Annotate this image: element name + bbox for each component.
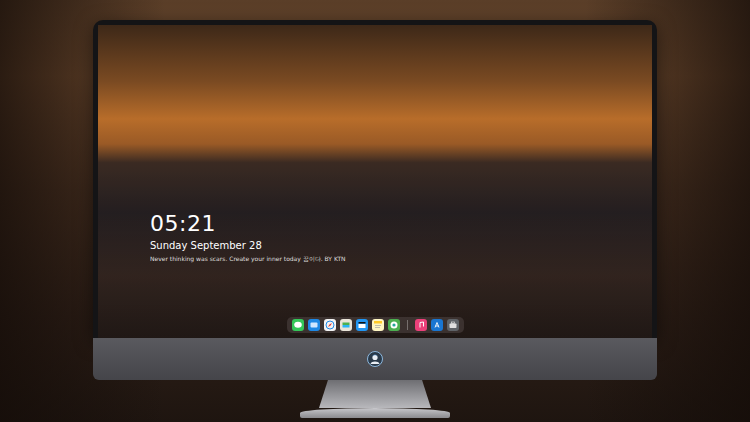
clapper-icon (356, 319, 368, 331)
safari-icon (324, 319, 336, 331)
appstore-icon (431, 319, 443, 331)
dock (287, 317, 464, 333)
photos-icon (388, 319, 400, 331)
dock-app[interactable] (340, 319, 352, 331)
notes-icon (372, 319, 384, 331)
clock-date: Sunday September 28 (150, 239, 652, 252)
monitor-frame: 05:21 Sunday September 28 Never thinking w… (93, 20, 657, 338)
page: 05:21 Sunday September 28 Never thinking w… (0, 0, 750, 422)
screen: 05:21 Sunday September 28 Never thinking w… (98, 25, 652, 338)
messages-icon (292, 319, 304, 331)
monitor-stand-neck (319, 380, 431, 408)
dock-app[interactable] (415, 319, 427, 331)
lock-caption: Never thinking was scars. Create your in… (150, 255, 652, 263)
dock-app[interactable] (372, 319, 384, 331)
monitor-chin (93, 338, 657, 380)
briefcase-icon (447, 319, 459, 331)
music-icon (415, 319, 427, 331)
dock-app[interactable] (388, 319, 400, 331)
avatar-logo-icon (367, 351, 383, 367)
dock-app[interactable] (356, 319, 368, 331)
dock-app[interactable] (431, 319, 443, 331)
monitor-stand-base (300, 408, 450, 418)
clock-time: 05:21 (150, 211, 652, 236)
dock-app[interactable] (292, 319, 304, 331)
folder-icon (340, 319, 352, 331)
files-icon (308, 319, 320, 331)
dock-app[interactable] (324, 319, 336, 331)
lock-info: 05:21 Sunday September 28 Never thinking w… (98, 211, 652, 263)
dock-separator (407, 320, 408, 330)
dock-app[interactable] (447, 319, 459, 331)
dock-app[interactable] (308, 319, 320, 331)
